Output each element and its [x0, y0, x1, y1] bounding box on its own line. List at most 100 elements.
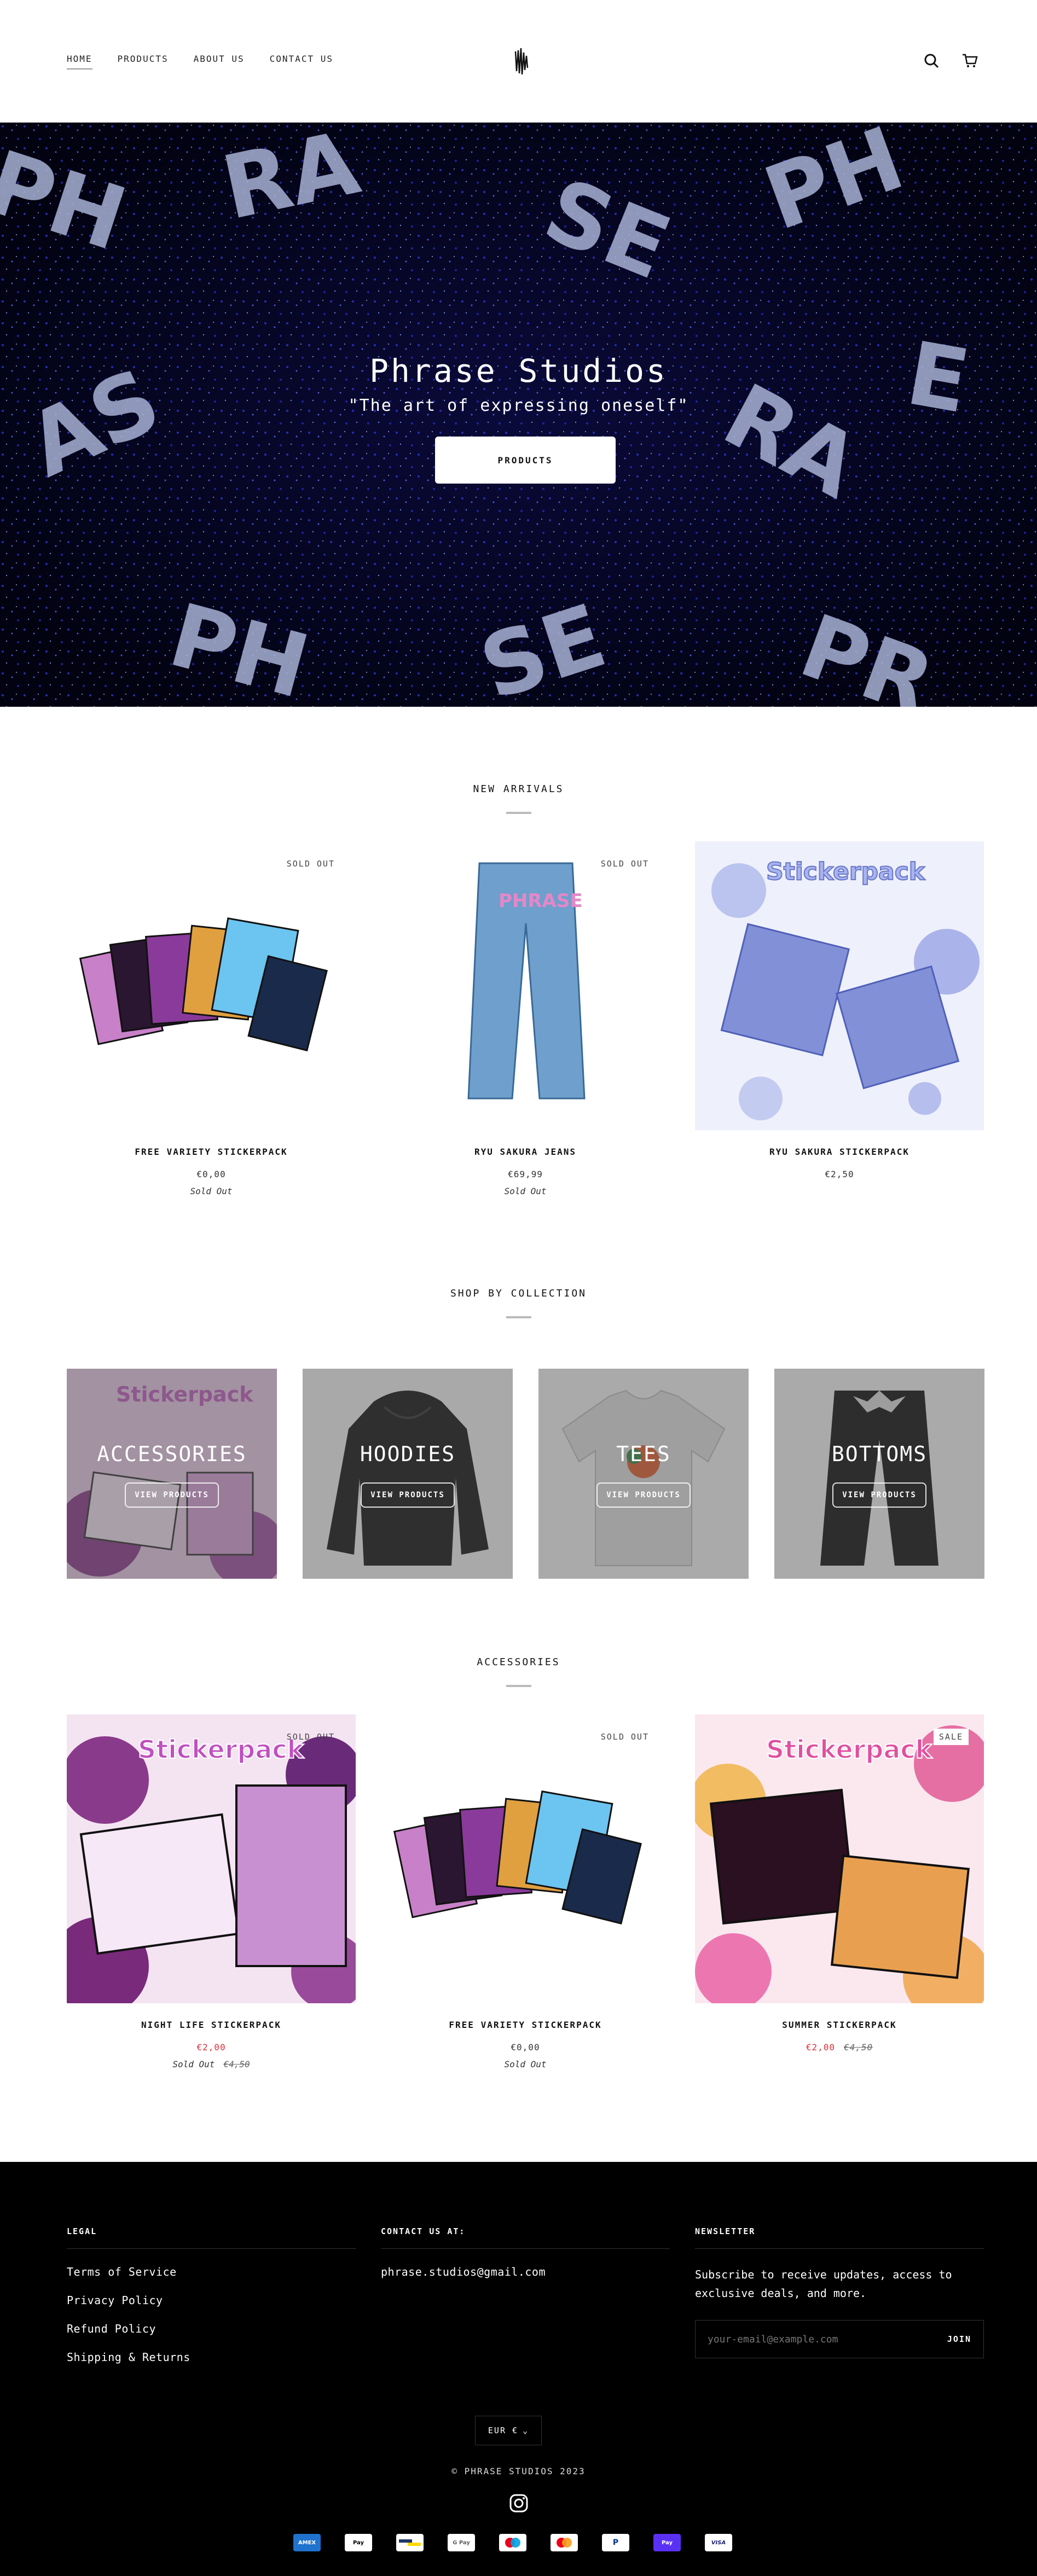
svg-text:Stickerpack: Stickerpack [138, 1735, 305, 1764]
amex-icon: AMEX [293, 2534, 321, 2551]
sold-out-badge: SOLD OUT [286, 1732, 335, 1742]
visa-icon: VISA [705, 2534, 732, 2551]
collection-title: BOTTOMS [831, 1442, 928, 1466]
newsletter-join-button[interactable]: JOIN [947, 2334, 971, 2344]
collection-title: ACCESSORIES [97, 1442, 247, 1466]
accessories-title: ACCESSORIES [477, 1656, 560, 1668]
site-footer: LEGAL Terms of Service Privacy Policy Re… [0, 2162, 1037, 2576]
copyright: © PHRASE STUDIOS 2023 [451, 2466, 586, 2476]
product-card[interactable]: PHRASE SOLD OUT RYU SAKURA JEANS €69,99 … [381, 841, 670, 1196]
site-header: HOME PRODUCTS ABOUT US CONTACT US [0, 0, 1037, 123]
currency-selector[interactable]: EUR € ⌄ [475, 2416, 542, 2445]
shop-pay-icon: Pay [653, 2534, 681, 2551]
footer-newsletter: NEWSLETTER Subscribe to receive updates,… [695, 2226, 984, 2358]
product-image[interactable]: SOLD OUT [67, 841, 356, 1130]
footer-link-refund[interactable]: Refund Policy [67, 2322, 356, 2335]
nav-home[interactable]: HOME [67, 54, 92, 69]
collection-title: HOODIES [360, 1442, 456, 1466]
product-name[interactable]: SUMMER STICKERPACK [695, 2020, 984, 2030]
google-pay-icon: G Pay [448, 2534, 475, 2551]
cart-icon[interactable] [961, 53, 978, 69]
footer-link-shipping[interactable]: Shipping & Returns [67, 2351, 356, 2364]
footer-newsletter-title: NEWSLETTER [695, 2226, 984, 2249]
sold-out-badge: SOLD OUT [600, 859, 649, 869]
product-card[interactable]: SOLD OUT FREE VARIETY STICKERPACK €0,00 … [381, 1714, 670, 2069]
view-products-button[interactable]: VIEW PRODUCTS [361, 1482, 455, 1508]
collection-hoodies[interactable]: HOODIES VIEW PRODUCTS [303, 1369, 513, 1579]
collection-bottoms[interactable]: BOTTOMS VIEW PRODUCTS [774, 1369, 984, 1579]
logo-icon[interactable] [513, 46, 530, 77]
nav-products[interactable]: PRODUCTS [118, 54, 169, 69]
product-card[interactable]: Stickerpack RYU SAKURA STICKERPACK €2,50 [695, 841, 984, 1179]
svg-text:Stickerpack: Stickerpack [766, 858, 926, 886]
footer-link-terms[interactable]: Terms of Service [67, 2265, 356, 2278]
footer-link-privacy[interactable]: Privacy Policy [67, 2294, 356, 2307]
compare-price: €4,50 [844, 2042, 873, 2052]
product-status-row: Sold Out €4,50 [67, 2059, 356, 2069]
sold-out-badge: SOLD OUT [286, 859, 335, 869]
newsletter-email-input[interactable]: your-email@example.com [708, 2334, 838, 2345]
product-price: €0,00 [511, 2042, 540, 2052]
product-status: Sold Out [504, 2059, 547, 2069]
newsletter-description: Subscribe to receive updates, access to … [695, 2268, 952, 2300]
sale-badge: SALE [933, 1729, 969, 1745]
product-status: Sold Out [504, 1186, 547, 1196]
search-icon[interactable] [923, 53, 940, 69]
footer-contact-title: CONTACT US AT: [381, 2226, 670, 2249]
mastercard-icon [551, 2534, 578, 2551]
product-name[interactable]: RYU SAKURA STICKERPACK [695, 1147, 984, 1157]
nav-contact-us[interactable]: CONTACT US [270, 54, 333, 69]
payment-icons: AMEX Pay G Pay P Pay VISA [293, 2534, 732, 2551]
collection-accessories[interactable]: Stickerpack ACCESSORIES VIEW PRODUCTS [67, 1369, 277, 1579]
view-products-button[interactable]: VIEW PRODUCTS [596, 1482, 691, 1508]
paypal-icon: P [602, 2534, 629, 2551]
newsletter-form: your-email@example.com JOIN [695, 2320, 984, 2358]
product-card[interactable]: Stickerpack SOLD OUT NIGHT LIFE STICKERP… [67, 1714, 356, 2069]
hero-subtitle: "The art of expressing oneself" [348, 396, 689, 415]
product-price: €69,99 [508, 1169, 543, 1179]
compare-price: €4,50 [223, 2059, 250, 2069]
footer-legal-title: LEGAL [67, 2226, 356, 2249]
footer-contact-email[interactable]: phrase.studios@gmail.com [381, 2265, 670, 2278]
sold-out-badge: SOLD OUT [600, 1732, 649, 1742]
view-products-button[interactable]: VIEW PRODUCTS [125, 1482, 219, 1508]
svg-text:Stickerpack: Stickerpack [766, 1735, 933, 1764]
product-price: €2,00 €4,50 [695, 2042, 984, 2052]
product-price: €2,00 [67, 2042, 356, 2052]
hero-products-button[interactable]: PRODUCTS [435, 437, 616, 484]
product-status: Sold Out [190, 1186, 233, 1196]
main-nav: HOME PRODUCTS ABOUT US CONTACT US [67, 54, 358, 69]
hero-title: Phrase Studios [369, 352, 668, 389]
sale-price: €2,00 [196, 2042, 226, 2052]
nav-about-us[interactable]: ABOUT US [194, 54, 245, 69]
apple-pay-icon: Pay [345, 2534, 372, 2551]
product-image[interactable]: SOLD OUT [381, 1714, 670, 2003]
chevron-down-icon: ⌄ [523, 2426, 529, 2435]
product-image[interactable]: Stickerpack SALE [695, 1714, 984, 2003]
section-divider [506, 812, 531, 814]
product-name[interactable]: FREE VARIETY STICKERPACK [381, 2020, 670, 2030]
section-divider [506, 1316, 531, 1318]
section-divider [506, 1685, 531, 1687]
collection-title: TEES [616, 1442, 671, 1466]
collection-tees[interactable]: TEES VIEW PRODUCTS [538, 1369, 749, 1579]
sale-price: €2,00 [806, 2042, 835, 2052]
product-name[interactable]: RYU SAKURA JEANS [381, 1147, 670, 1157]
shop-by-collection-title: SHOP BY COLLECTION [450, 1288, 587, 1299]
view-products-button[interactable]: VIEW PRODUCTS [832, 1482, 926, 1508]
instagram-icon[interactable] [509, 2493, 529, 2513]
product-image[interactable]: Stickerpack [695, 841, 984, 1130]
product-price: €2,50 [825, 1169, 854, 1179]
product-image[interactable]: Stickerpack SOLD OUT [67, 1714, 356, 2003]
hero-banner: PH RA SE PH AS RA E PH SE PR Phrase Stud… [0, 123, 1037, 707]
footer-contact: CONTACT US AT: phrase.studios@gmail.com [381, 2226, 670, 2278]
product-image[interactable]: PHRASE SOLD OUT [381, 841, 670, 1130]
bancontact-icon [396, 2534, 424, 2551]
product-card[interactable]: Stickerpack SALE SUMMER STICKERPACK €2,0… [695, 1714, 984, 2052]
new-arrivals-title: NEW ARRIVALS [473, 783, 564, 795]
product-price: €0,00 [196, 1169, 226, 1179]
product-name[interactable]: FREE VARIETY STICKERPACK [67, 1147, 356, 1157]
product-name[interactable]: NIGHT LIFE STICKERPACK [67, 2020, 356, 2030]
product-card[interactable]: SOLD OUT FREE VARIETY STICKERPACK €0,00 … [67, 841, 356, 1196]
svg-text:PHRASE: PHRASE [499, 890, 583, 912]
